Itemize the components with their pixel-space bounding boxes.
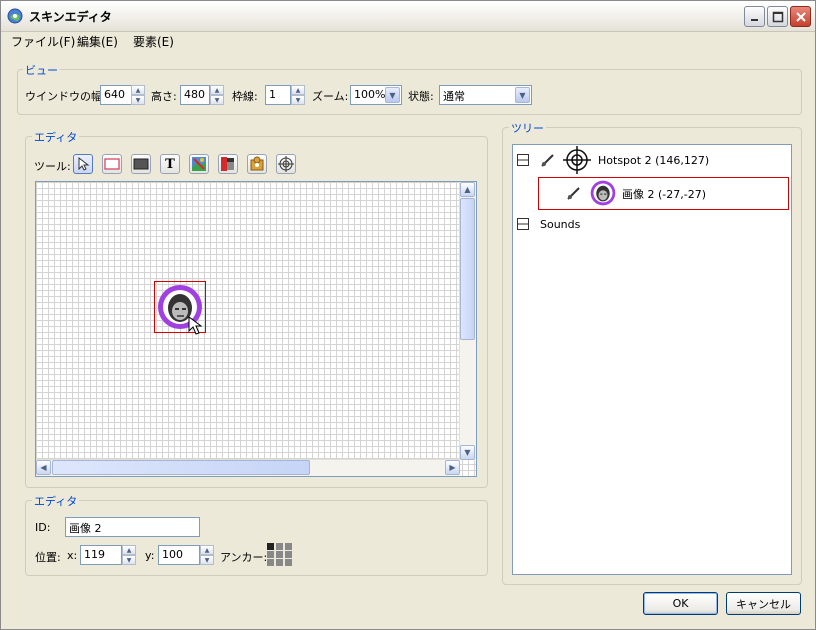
menu-elements[interactable]: 要素(E) — [133, 33, 174, 50]
select-pointer-icon — [78, 157, 90, 171]
menu-file[interactable]: ファイル(F) — [11, 33, 75, 50]
x-position-input[interactable]: 119 — [80, 545, 122, 565]
hotspot-image-tool-button[interactable] — [218, 154, 238, 174]
maximize-button[interactable] — [767, 6, 788, 27]
spin-up-icon: ▲ — [291, 85, 305, 95]
skin-editor-window: スキンエディタ ファイル(F) 編集(E) 要素(E) ビュー ウインドウの幅:… — [0, 0, 816, 630]
scroll-right-icon[interactable]: ▶ — [445, 460, 460, 475]
horizontal-scroll-thumb[interactable] — [52, 460, 310, 475]
zoom-select[interactable]: 100% ▼ — [350, 85, 402, 105]
hotspot-image-icon — [221, 157, 234, 171]
image-icon — [192, 157, 206, 171]
tree-group-title: ツリー — [509, 120, 546, 136]
minimize-button[interactable] — [744, 6, 765, 27]
position-label: 位置: — [35, 551, 61, 564]
tree-node-sounds[interactable]: Sounds — [513, 213, 791, 237]
filled-rectangle-tool-button[interactable] — [131, 154, 151, 174]
title-bar: スキンエディタ — [1, 1, 815, 32]
spin-up-icon: ▲ — [210, 85, 224, 95]
y-position-input[interactable]: 100 — [158, 545, 200, 565]
vertical-scroll-thumb[interactable] — [460, 198, 475, 340]
window-width-label: ウインドウの幅: — [25, 90, 106, 103]
y-label: y: — [145, 549, 155, 562]
chevron-down-icon[interactable]: ▼ — [515, 87, 530, 103]
id-input[interactable]: 画像 2 — [65, 517, 200, 537]
scroll-up-icon[interactable]: ▲ — [460, 182, 475, 197]
spin-up-icon: ▲ — [200, 545, 214, 555]
rectangle-outline-icon — [104, 158, 120, 170]
tree-node-image[interactable]: 画像 2 (-27,-27) — [538, 177, 789, 210]
scroll-left-icon[interactable]: ◀ — [36, 460, 51, 475]
spin-up-icon: ▲ — [131, 85, 145, 95]
spin-down-icon: ▼ — [210, 95, 224, 105]
tree-node-label: 画像 2 (-27,-27) — [622, 188, 707, 201]
border-label: 枠線: — [232, 90, 258, 103]
crosshair-icon — [278, 156, 294, 172]
collapse-icon[interactable] — [517, 154, 529, 166]
editor-canvas[interactable]: ▲ ▼ ◀ ▶ — [35, 181, 477, 477]
x-position-spinner[interactable]: ▲ ▼ — [122, 545, 136, 565]
tree-node-label: Sounds — [540, 218, 581, 231]
tree-node-label: Hotspot 2 (146,127) — [598, 154, 710, 167]
cancel-button[interactable]: キャンセル — [726, 592, 801, 615]
rectangle-tool-button[interactable] — [102, 154, 122, 174]
tree-view[interactable]: Hotspot 2 (146,127) 画像 2 (-27,-27) Sound… — [512, 144, 792, 575]
tools-label: ツール: — [34, 160, 71, 173]
properties-group-title: エディタ — [32, 493, 80, 509]
spin-up-icon: ▲ — [122, 545, 136, 555]
menu-bar: ファイル(F) 編集(E) 要素(E) — [1, 31, 815, 49]
state-label: 状態: — [408, 90, 434, 103]
maximize-icon — [772, 11, 783, 22]
height-spinner[interactable]: ▲ ▼ — [210, 85, 224, 105]
state-select[interactable]: 通常 ▼ — [439, 85, 532, 105]
app-icon — [7, 8, 23, 24]
anchor-label: アンカー: — [220, 551, 268, 564]
state-value: 通常 — [443, 90, 465, 103]
canvas-vertical-scrollbar[interactable]: ▲ ▼ — [459, 182, 476, 460]
crosshair-icon — [563, 146, 591, 174]
canvas-horizontal-scrollbar[interactable]: ◀ ▶ — [36, 459, 460, 476]
close-icon — [795, 11, 806, 22]
border-spinner[interactable]: ▲ ▼ — [291, 85, 305, 105]
image-tool-button[interactable] — [189, 154, 209, 174]
chevron-down-icon[interactable]: ▼ — [385, 87, 400, 103]
height-input[interactable]: 480 — [180, 85, 210, 105]
hotspot-tool-button[interactable] — [276, 154, 296, 174]
puzzle-tool-button[interactable] — [247, 154, 267, 174]
tree-node-hotspot[interactable]: Hotspot 2 (146,127) — [513, 145, 791, 177]
id-label: ID: — [35, 521, 51, 534]
spin-down-icon: ▼ — [122, 555, 136, 565]
height-label: 高さ: — [151, 90, 177, 103]
text-icon: T — [165, 156, 175, 172]
border-input[interactable]: 1 — [265, 85, 291, 105]
spin-down-icon: ▼ — [291, 95, 305, 105]
view-group-title: ビュー — [23, 62, 60, 78]
zoom-label: ズーム: — [312, 90, 349, 103]
window-width-spinner[interactable]: ▲ ▼ — [131, 85, 145, 105]
zoom-value: 100% — [354, 88, 386, 101]
window-width-input[interactable]: 640 — [100, 85, 132, 105]
buddha-image-icon — [590, 180, 616, 206]
x-label: x: — [67, 549, 78, 562]
y-position-spinner[interactable]: ▲ ▼ — [200, 545, 214, 565]
puzzle-icon — [250, 156, 264, 171]
menu-edit[interactable]: 編集(E) — [77, 33, 118, 50]
select-tool-button[interactable] — [73, 154, 93, 174]
spin-down-icon: ▼ — [131, 95, 145, 105]
brush-icon — [567, 187, 580, 200]
spin-down-icon: ▼ — [200, 555, 214, 565]
window-title: スキンエディタ — [29, 10, 112, 24]
mouse-cursor-icon — [188, 316, 202, 335]
ok-button[interactable]: OK — [643, 592, 718, 615]
close-button[interactable] — [790, 6, 811, 27]
text-tool-button[interactable]: T — [160, 154, 180, 174]
scroll-down-icon[interactable]: ▼ — [460, 445, 475, 460]
editor-group-title: エディタ — [32, 129, 80, 145]
brush-icon — [541, 154, 554, 167]
rectangle-filled-icon — [133, 158, 149, 170]
minimize-icon — [750, 18, 758, 21]
anchor-grid-icon[interactable] — [267, 543, 293, 567]
collapse-icon[interactable] — [517, 218, 529, 230]
